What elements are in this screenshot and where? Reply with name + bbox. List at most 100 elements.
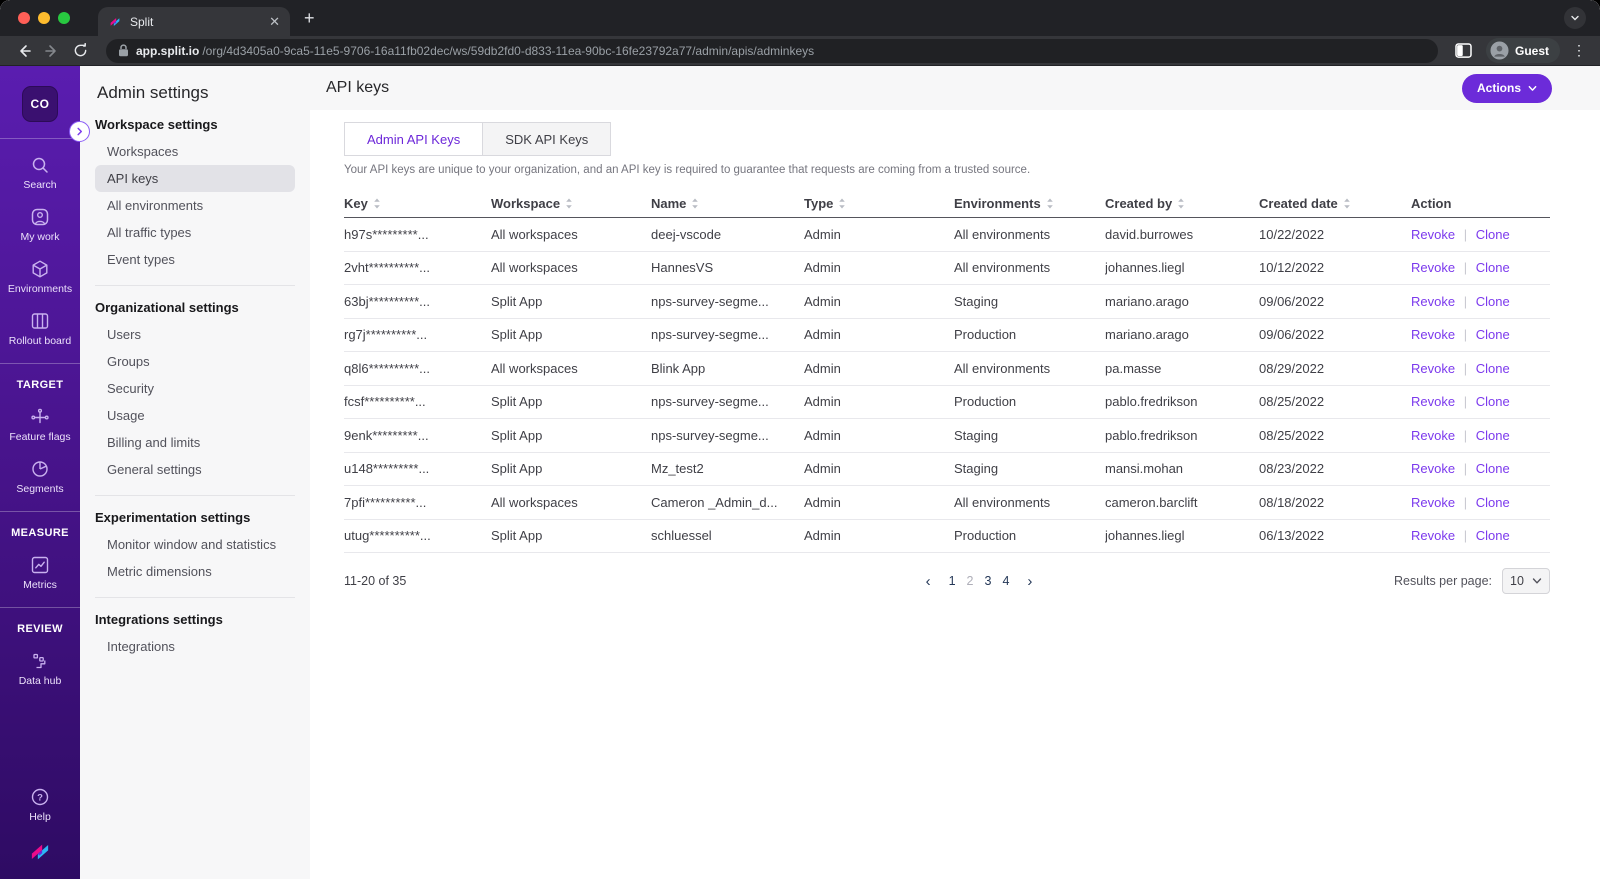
clone-link[interactable]: Clone [1476,294,1510,309]
clone-link[interactable]: Clone [1476,227,1510,242]
sidebar-collapse-toggle[interactable] [69,121,90,142]
column-header-name[interactable]: Name [651,196,804,211]
minimize-window-button[interactable] [38,12,50,24]
nav-section-integrations-settings: Integrations settings [95,612,223,627]
cell-workspace: All workspaces [491,226,578,242]
sidebar-item-search[interactable]: Search [23,154,57,191]
cell-action: Revoke | Clone [1411,495,1550,510]
column-header-created-by[interactable]: Created by [1105,196,1259,211]
column-header-created-date[interactable]: Created date [1259,196,1411,211]
page-number-4[interactable]: 4 [1001,574,1010,588]
next-page-chevron-icon[interactable]: › [1019,573,1040,590]
nav-item-monitor-window[interactable]: Monitor window and statistics [95,531,295,558]
clone-link[interactable]: Clone [1476,495,1510,510]
nav-item-security[interactable]: Security [95,375,295,402]
cell-workspace: Split App [491,293,543,309]
nav-item-usage[interactable]: Usage [95,402,295,429]
feature-flags-icon [29,406,51,428]
cell-type: Admin [804,494,841,510]
cell-created-by: johannes.liegl [1105,528,1185,544]
clone-link[interactable]: Clone [1476,394,1510,409]
maximize-window-button[interactable] [58,12,70,24]
revoke-link[interactable]: Revoke [1411,294,1455,309]
cell-action: Revoke | Clone [1411,361,1550,376]
revoke-link[interactable]: Revoke [1411,260,1455,275]
sidebar-item-my-work[interactable]: My work [20,206,60,243]
cell-created-date: 08/18/2022 [1259,494,1325,510]
cell-created-date: 10/22/2022 [1259,226,1325,242]
cell-type: Admin [804,427,841,443]
cell-created-by: cameron.barclift [1105,494,1198,510]
sort-icon [691,198,699,209]
sidebar-item-help[interactable]: ? Help [29,786,51,823]
clone-link[interactable]: Clone [1476,428,1510,443]
nav-item-event-types[interactable]: Event types [95,246,295,273]
clone-link[interactable]: Clone [1476,461,1510,476]
api-keys-table: Key Workspace Name Type Environments Cre… [344,190,1550,553]
nav-item-workspaces[interactable]: Workspaces [95,138,295,165]
actions-button[interactable]: Actions [1461,73,1552,103]
avatar [1490,41,1509,60]
nav-item-integrations[interactable]: Integrations [95,633,295,660]
segments-icon [29,458,51,480]
nav-item-users[interactable]: Users [95,321,295,348]
sidebar-item-rollout-board[interactable]: Rollout board [9,310,71,347]
cell-type: Admin [804,260,841,276]
page-number-1[interactable]: 1 [948,574,957,588]
nav-item-metric-dimensions[interactable]: Metric dimensions [95,558,295,585]
page-number-3[interactable]: 3 [984,574,993,588]
org-logo[interactable]: CO [22,86,58,122]
previous-page-chevron-icon[interactable]: ‹ [918,573,939,590]
nav-item-all-environments[interactable]: All environments [95,192,295,219]
forward-button[interactable] [40,39,64,63]
nav-item-billing-and-limits[interactable]: Billing and limits [95,429,295,456]
new-tab-button[interactable]: + [304,8,315,29]
sidebar-item-segments[interactable]: Segments [16,458,64,495]
results-per-page-select[interactable]: 10 [1502,568,1550,594]
sidebar-item-environments[interactable]: Environments [8,258,72,295]
back-button[interactable] [12,39,36,63]
column-header-key[interactable]: Key [344,196,491,211]
revoke-link[interactable]: Revoke [1411,528,1455,543]
revoke-link[interactable]: Revoke [1411,495,1455,510]
nav-section-experimentation-settings: Experimentation settings [95,510,251,525]
revoke-link[interactable]: Revoke [1411,361,1455,376]
revoke-link[interactable]: Revoke [1411,461,1455,476]
cell-action: Revoke | Clone [1411,327,1550,342]
browser-menu-icon[interactable]: ⋮ [1570,42,1588,59]
tab-overview-chevron-icon[interactable] [1564,7,1586,29]
browser-profile-button[interactable]: Guest [1485,38,1560,63]
reload-button[interactable] [68,39,92,63]
close-window-button[interactable] [18,12,30,24]
tab-close-icon[interactable]: ✕ [269,14,280,30]
cell-key: 9enk*********... [344,427,429,443]
tab-admin-api-keys[interactable]: Admin API Keys [344,122,483,156]
revoke-link[interactable]: Revoke [1411,327,1455,342]
revoke-link[interactable]: Revoke [1411,394,1455,409]
clone-link[interactable]: Clone [1476,260,1510,275]
column-header-workspace[interactable]: Workspace [491,196,651,211]
nav-item-general-settings[interactable]: General settings [95,456,295,483]
tab-sdk-api-keys[interactable]: SDK API Keys [482,122,612,156]
column-header-type[interactable]: Type [804,196,954,211]
nav-item-groups[interactable]: Groups [95,348,295,375]
sidebar-item-metrics[interactable]: Metrics [23,554,57,591]
sidebar-item-data-hub[interactable]: Data hub [19,650,61,687]
browser-tab[interactable]: Split ✕ [98,7,290,36]
action-separator: | [1463,394,1468,410]
revoke-link[interactable]: Revoke [1411,227,1455,242]
clone-link[interactable]: Clone [1476,528,1510,543]
column-header-environments[interactable]: Environments [954,196,1105,211]
panel-title: Admin settings [97,83,209,102]
cell-name: schluessel [651,528,712,544]
pagination-pages: ‹ 1 2 3 4 › [564,573,1394,590]
clone-link[interactable]: Clone [1476,361,1510,376]
nav-item-api-keys[interactable]: API keys [95,165,295,192]
cell-key: q8l6**********... [344,360,431,376]
clone-link[interactable]: Clone [1476,327,1510,342]
side-panel-icon[interactable] [1452,39,1476,63]
nav-item-all-traffic-types[interactable]: All traffic types [95,219,295,246]
revoke-link[interactable]: Revoke [1411,428,1455,443]
url-bar[interactable]: app.split.io /org/4d3405a0-9ca5-11e5-970… [106,38,1438,63]
sidebar-item-feature-flags[interactable]: Feature flags [9,406,71,443]
